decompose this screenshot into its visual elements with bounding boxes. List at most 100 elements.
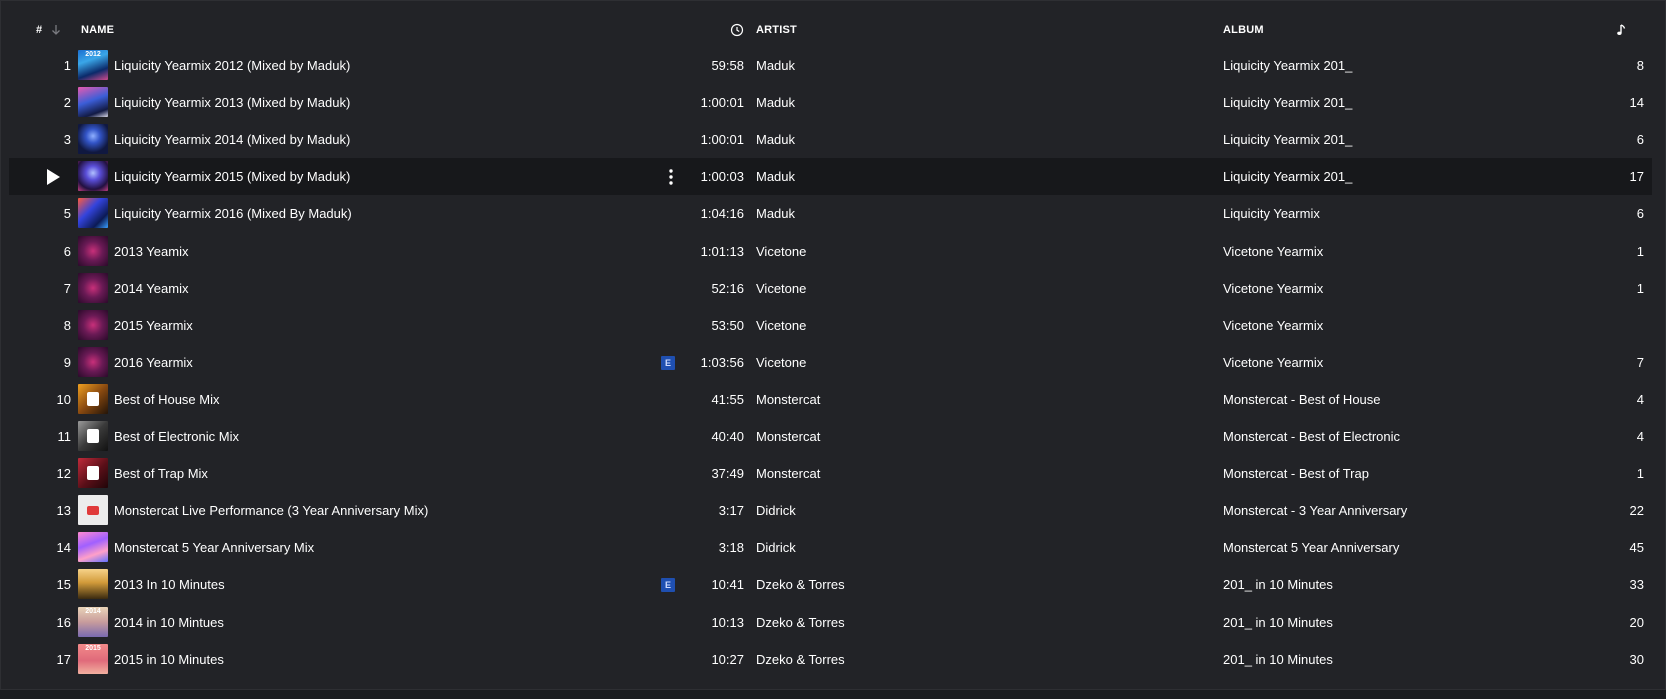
track-number: 14	[56, 540, 71, 555]
more-vertical-icon[interactable]	[667, 168, 675, 186]
track-artist[interactable]: Dzeko & Torres	[756, 615, 845, 630]
track-duration: 52:16	[711, 281, 744, 296]
track-number: 16	[56, 615, 71, 630]
track-name[interactable]: Best of Trap Mix	[114, 466, 208, 481]
track-name[interactable]: Liquicity Yearmix 2013 (Mixed by Maduk)	[114, 95, 350, 110]
album-art	[78, 87, 108, 117]
track-artist[interactable]: Dzeko & Torres	[756, 577, 845, 592]
track-name[interactable]: Best of House Mix	[114, 392, 220, 407]
track-album[interactable]: Liquicity Yearmix 201_	[1223, 95, 1352, 110]
table-row[interactable]: 12 Best of Trap Mix 37:49 Monstercat Monster…	[9, 455, 1652, 492]
track-artist[interactable]: Maduk	[756, 169, 795, 184]
track-number: 7	[63, 281, 71, 296]
play-icon[interactable]	[45, 168, 61, 186]
track-name[interactable]: 2014 Yeamix	[114, 281, 188, 296]
track-artist[interactable]: Monstercat	[756, 466, 820, 481]
album-art: 2015	[78, 644, 108, 674]
track-artist[interactable]: Monstercat	[756, 429, 820, 444]
track-name[interactable]: 2014 in 10 Mintues	[114, 615, 224, 630]
track-artist[interactable]: Maduk	[756, 58, 795, 73]
track-name[interactable]: Liquicity Yearmix 2012 (Mixed by Maduk)	[114, 58, 350, 73]
column-header-name[interactable]: NAME	[81, 24, 114, 36]
music-note-icon[interactable]	[1615, 23, 1629, 37]
track-album[interactable]: Vicetone Yearmix	[1223, 281, 1323, 296]
track-name[interactable]: Monstercat Live Performance (3 Year Anni…	[114, 503, 428, 518]
track-album[interactable]: Vicetone Yearmix	[1223, 355, 1323, 370]
track-name[interactable]: Best of Electronic Mix	[114, 429, 239, 444]
table-row[interactable]: 14 Monstercat 5 Year Anniversary Mix 3:18 D…	[9, 529, 1652, 566]
table-row[interactable]: 15 2013 In 10 Minutes E 10:41 Dzeko & Torres…	[9, 566, 1652, 603]
album-art: 2014	[78, 607, 108, 637]
table-row[interactable]: Liquicity Yearmix 2015 (Mixed by Maduk) 1…	[9, 158, 1652, 195]
table-row[interactable]: 3 Liquicity Yearmix 2014 (Mixed by Maduk)…	[9, 121, 1652, 158]
track-artist[interactable]: Vicetone	[756, 318, 806, 333]
track-name[interactable]: 2016 Yearmix	[114, 355, 193, 370]
track-number: 3	[63, 132, 71, 147]
track-number: 1	[63, 58, 71, 73]
track-album[interactable]: Monstercat - Best of House	[1223, 392, 1381, 407]
play-count: 30	[1629, 652, 1644, 667]
track-name[interactable]: Liquicity Yearmix 2016 (Mixed By Maduk)	[114, 206, 352, 221]
track-album[interactable]: Vicetone Yearmix	[1223, 318, 1323, 333]
track-name[interactable]: Liquicity Yearmix 2014 (Mixed by Maduk)	[114, 132, 350, 147]
track-list-panel: # NAME ARTIST ALBUM 1 2012 Liquicity Yearm…	[0, 0, 1666, 690]
table-row[interactable]: 7 2014 Yeamix 52:16 Vicetone Vicetone Yearmi…	[9, 270, 1652, 307]
arrow-down-icon[interactable]	[50, 23, 62, 37]
track-name[interactable]: Monstercat 5 Year Anniversary Mix	[114, 540, 314, 555]
track-artist[interactable]: Monstercat	[756, 392, 820, 407]
track-number: 17	[56, 652, 71, 667]
table-row[interactable]: 13 Monstercat Live Performance (3 Year An…	[9, 492, 1652, 529]
track-album[interactable]: Liquicity Yearmix 201_	[1223, 132, 1352, 147]
table-row[interactable]: 17 2015 2015 in 10 Minutes 10:27 Dzeko & Tor…	[9, 641, 1652, 678]
play-count: 33	[1629, 577, 1644, 592]
album-art	[78, 236, 108, 266]
clock-icon[interactable]	[730, 23, 744, 37]
column-header-artist[interactable]: ARTIST	[756, 24, 797, 36]
table-row[interactable]: 11 Best of Electronic Mix 40:40 Monstercat M…	[9, 418, 1652, 455]
track-artist[interactable]: Maduk	[756, 95, 795, 110]
track-album[interactable]: Monstercat 5 Year Anniversary	[1223, 540, 1399, 555]
table-row[interactable]: 5 Liquicity Yearmix 2016 (Mixed By Maduk)…	[9, 195, 1652, 232]
track-artist[interactable]: Didrick	[756, 503, 796, 518]
track-album[interactable]: 201_ in 10 Minutes	[1223, 652, 1333, 667]
track-artist[interactable]: Vicetone	[756, 355, 806, 370]
album-art	[78, 124, 108, 154]
track-album[interactable]: Liquicity Yearmix 201_	[1223, 169, 1352, 184]
track-duration: 1:04:16	[700, 206, 744, 221]
track-name[interactable]: 2013 In 10 Minutes	[114, 577, 225, 592]
track-name[interactable]: Liquicity Yearmix 2015 (Mixed by Maduk)	[114, 169, 350, 184]
track-name[interactable]: 2013 Yeamix	[114, 244, 188, 259]
track-name[interactable]: 2015 in 10 Minutes	[114, 652, 224, 667]
track-name[interactable]: 2015 Yearmix	[114, 318, 193, 333]
table-row[interactable]: 2 Liquicity Yearmix 2013 (Mixed by Maduk)…	[9, 84, 1652, 121]
table-row[interactable]: 16 2014 2014 in 10 Mintues 10:13 Dzeko & Tor…	[9, 604, 1652, 641]
table-row[interactable]: 6 2013 Yeamix 1:01:13 Vicetone Vicetone Year…	[9, 233, 1652, 270]
track-artist[interactable]: Vicetone	[756, 244, 806, 259]
track-duration: 10:13	[711, 615, 744, 630]
album-art	[78, 495, 108, 525]
column-header-number[interactable]: #	[36, 24, 42, 36]
track-artist[interactable]: Didrick	[756, 540, 796, 555]
table-row[interactable]: 1 2012 Liquicity Yearmix 2012 (Mixed by Ma…	[9, 47, 1652, 84]
track-album[interactable]: Monstercat - Best of Electronic	[1223, 429, 1400, 444]
track-number: 8	[63, 318, 71, 333]
track-album[interactable]: 201_ in 10 Minutes	[1223, 577, 1333, 592]
track-album[interactable]: Liquicity Yearmix 201_	[1223, 58, 1352, 73]
track-duration: 59:58	[711, 58, 744, 73]
play-count: 1	[1636, 466, 1644, 481]
track-album[interactable]: Vicetone Yearmix	[1223, 244, 1323, 259]
table-row[interactable]: 8 2015 Yearmix 53:50 Vicetone Vicetone Yearm…	[9, 307, 1652, 344]
track-artist[interactable]: Maduk	[756, 206, 795, 221]
track-duration: 1:00:03	[700, 169, 744, 184]
table-row[interactable]: 10 Best of House Mix 41:55 Monstercat Monste…	[9, 381, 1652, 418]
table-row[interactable]: 9 2016 Yearmix E 1:03:56 Vicetone Vicetone Ye…	[9, 344, 1652, 381]
track-album[interactable]: Monstercat - 3 Year Anniversary	[1223, 503, 1407, 518]
column-header-album[interactable]: ALBUM	[1223, 24, 1264, 36]
track-artist[interactable]: Dzeko & Torres	[756, 652, 845, 667]
track-artist[interactable]: Maduk	[756, 132, 795, 147]
track-artist[interactable]: Vicetone	[756, 281, 806, 296]
track-album[interactable]: Monstercat - Best of Trap	[1223, 466, 1369, 481]
track-album[interactable]: 201_ in 10 Minutes	[1223, 615, 1333, 630]
track-album[interactable]: Liquicity Yearmix	[1223, 206, 1320, 221]
play-count: 4	[1636, 429, 1644, 444]
